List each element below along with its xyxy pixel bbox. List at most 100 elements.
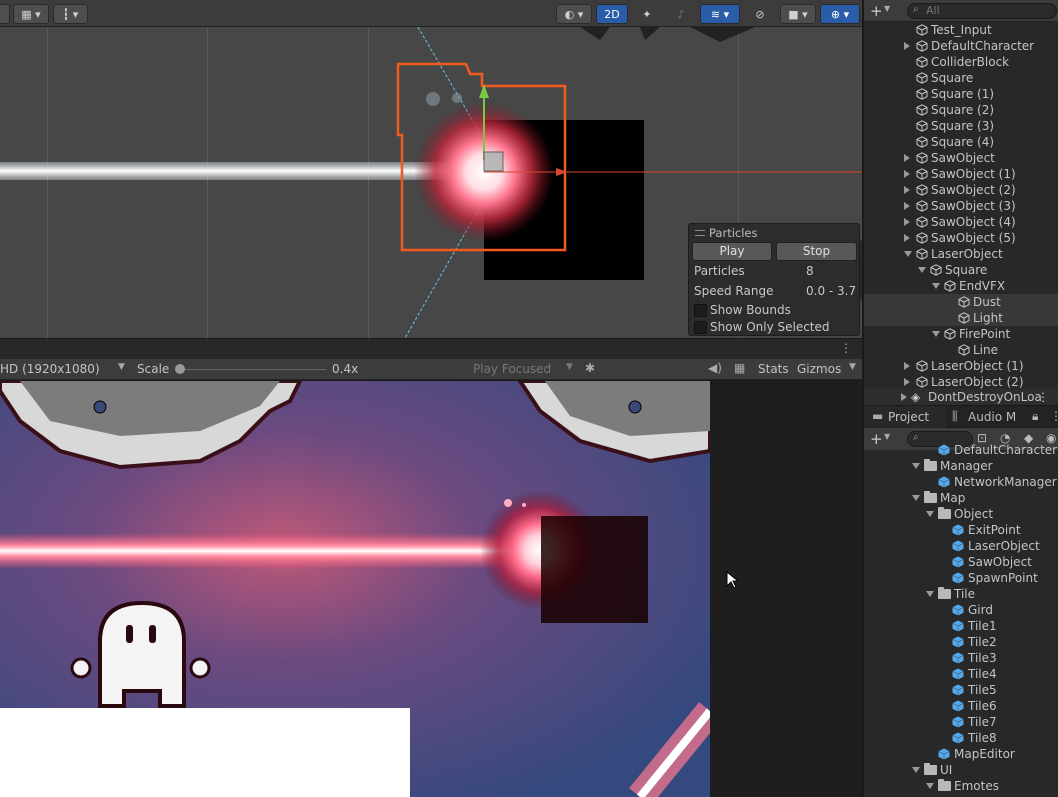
project-asset[interactable]: NetworkManager [864,474,1058,490]
speaker-icon[interactable]: ◀) [708,361,722,375]
scale-slider-track[interactable] [178,369,326,370]
project-asset[interactable]: Tile5 [864,682,1058,698]
bug-icon[interactable]: ✱ [585,361,595,375]
more-options-icon[interactable]: ⋮ [1037,389,1049,405]
grid-icon[interactable]: ▦ [734,361,745,375]
hierarchy-item[interactable]: Light [864,310,1058,326]
hierarchy-item[interactable]: Square (2) [864,102,1058,118]
project-folder[interactable]: Map [864,490,1058,506]
increment-snap-button[interactable]: ┇ ▾ [53,4,88,24]
chevron-down-icon[interactable] [932,331,940,337]
show-only-selected-checkbox[interactable] [694,321,707,334]
project-folder[interactable]: Object [864,506,1058,522]
chevron-down-icon[interactable] [912,767,920,773]
hierarchy-item[interactable]: ColliderBlock [864,54,1058,70]
hierarchy-item[interactable]: EndVFX [864,278,1058,294]
camera-button[interactable]: ■ ▾ [780,4,816,24]
project-asset[interactable]: ExitPoint [864,522,1058,538]
project-asset[interactable]: LaserObject [864,538,1058,554]
hierarchy-item[interactable]: SawObject (3) [864,198,1058,214]
hierarchy-item[interactable]: SawObject (4) [864,214,1058,230]
chevron-right-icon[interactable] [904,42,910,50]
effects-button[interactable]: ≋ ▾ [700,4,740,24]
project-asset[interactable]: Tile1 [864,618,1058,634]
hierarchy-item[interactable]: Square [864,70,1058,86]
stop-particles-button[interactable]: Stop [776,242,857,261]
hierarchy-item[interactable]: SawObject (2) [864,182,1058,198]
tab-project[interactable]: ▬ Project [864,406,946,428]
project-asset[interactable]: Tile2 [864,634,1058,650]
project-folder[interactable]: UI [864,762,1058,778]
hierarchy-item[interactable]: Square (4) [864,134,1058,150]
chevron-down-icon[interactable] [926,511,934,517]
project-asset[interactable]: DefaultCharacter [864,442,1058,458]
grid-snap-button[interactable]: ▦ ▾ [13,4,49,24]
chevron-down-icon[interactable] [912,463,920,469]
chevron-right-icon[interactable] [904,218,910,226]
hierarchy-item[interactable]: LaserObject (2) [864,374,1058,390]
project-asset[interactable]: Tile4 [864,666,1058,682]
chevron-right-icon[interactable] [904,170,910,178]
chevron-right-icon[interactable] [904,362,910,370]
chevron-right-icon[interactable] [904,378,910,386]
hierarchy-item[interactable]: SawObject [864,150,1058,166]
project-asset[interactable]: Tile3 [864,650,1058,666]
hierarchy-item[interactable]: LaserObject (1) [864,358,1058,374]
hierarchy-item[interactable]: FirePoint [864,326,1058,342]
hierarchy-item[interactable]: LaserObject [864,246,1058,262]
shading-mode-button[interactable]: ◐ ▾ [556,4,592,24]
project-asset[interactable]: SawObject [864,554,1058,570]
hierarchy-item[interactable]: Test_Input [864,22,1058,38]
chevron-down-icon[interactable] [932,283,940,289]
game-view[interactable] [0,381,710,797]
hierarchy-item[interactable]: DefaultCharacter [864,38,1058,54]
lighting-button[interactable]: ✦ [632,4,662,24]
project-folder[interactable]: Emotes [864,778,1058,794]
more-options-icon[interactable]: ⋮ [1050,409,1058,423]
chevron-right-icon[interactable] [904,202,910,210]
project-asset[interactable]: Tile8 [864,730,1058,746]
chevron-down-icon[interactable] [904,251,912,257]
show-bounds-checkbox[interactable] [694,304,707,317]
hierarchy-item[interactable]: SawObject (1) [864,166,1058,182]
sphere-icon: ◐ ▾ [564,7,584,21]
audio-button[interactable]: ♪ [666,4,696,24]
gizmos-scene-button[interactable]: ⊕ ▾ [820,4,860,24]
chevron-down-icon[interactable] [912,495,920,501]
hierarchy-item[interactable]: Dust [864,294,1058,310]
gizmos-button[interactable]: Gizmos [797,362,841,376]
visibility-button[interactable]: ⊘ [744,4,776,24]
scale-slider-thumb[interactable] [175,364,185,374]
project-asset[interactable]: Gird [864,602,1058,618]
play-focused-dropdown[interactable]: Play Focused [473,362,551,376]
mode-2d-button[interactable]: 2D [596,4,628,24]
chevron-right-icon[interactable] [904,234,910,242]
lock-icon[interactable]: 🔒︎ [1032,409,1038,424]
add-icon[interactable]: + [870,2,883,20]
chevron-right-icon[interactable] [904,186,910,194]
resolution-dropdown[interactable]: HD (1920x1080) [0,362,100,376]
chevron-down-icon[interactable] [918,267,926,273]
hierarchy-item[interactable]: SawObject (5) [864,230,1058,246]
hierarchy-item[interactable]: Square (1) [864,86,1058,102]
stats-button[interactable]: Stats [758,362,789,376]
project-asset[interactable]: MapEditor [864,746,1058,762]
scene-root-row[interactable]: ◈ DontDestroyOnLoa ⋮ [864,389,1058,405]
play-particles-button[interactable]: Play [692,242,772,261]
tab-audio-mixer[interactable]: ⫼ Audio M [948,406,1028,428]
chevron-down-icon[interactable] [926,591,934,597]
hierarchy-item[interactable]: Square (3) [864,118,1058,134]
project-folder[interactable]: Manager [864,458,1058,474]
hierarchy-item[interactable]: Line [864,342,1058,358]
scene-view[interactable]: ▦ ▾ ┇ ▾ ◐ ▾ 2D ✦ ♪ ≋ ▾ ⊘ ■ ▾ ⊕ ▾ Particl… [0,0,862,338]
project-asset[interactable]: SpawnPoint [864,570,1058,586]
hierarchy-item[interactable]: Square [864,262,1058,278]
hierarchy-search-input[interactable]: ⌕ All [907,3,1057,19]
project-folder[interactable]: Tile [864,586,1058,602]
tool-button[interactable] [0,4,10,24]
project-asset[interactable]: Tile7 [864,714,1058,730]
more-options-icon[interactable]: ⋮ [840,341,852,355]
chevron-right-icon[interactable] [904,154,910,162]
chevron-down-icon[interactable] [926,783,934,789]
project-asset[interactable]: Tile6 [864,698,1058,714]
